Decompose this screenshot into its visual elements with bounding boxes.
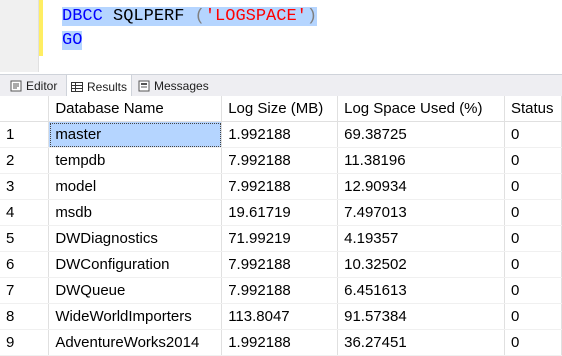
row-number[interactable]: 7: [0, 277, 50, 304]
cell-database-name[interactable]: model: [48, 173, 223, 200]
code-line-2[interactable]: GO: [62, 29, 83, 53]
header-row: Database Name Log Size (MB) Log Space Us…: [0, 96, 562, 122]
keyword-go: GO: [62, 31, 83, 50]
sql-editor[interactable]: DBCC SQLPERF ('LOGSPACE') GO: [0, 0, 562, 72]
cell-status[interactable]: 0: [504, 121, 562, 148]
cell-database-name[interactable]: master: [48, 121, 223, 148]
cell-log-space-used[interactable]: 6.451613: [337, 277, 505, 304]
cell-database-name[interactable]: DWQueue: [48, 277, 223, 304]
column-header-log-space-used[interactable]: Log Space Used (%): [337, 96, 505, 122]
cell-log-space-used[interactable]: 7.497013: [337, 199, 505, 226]
messages-icon: [138, 80, 150, 92]
editor-icon: [10, 80, 22, 92]
cell-status[interactable]: 0: [504, 277, 562, 304]
close-paren: ): [306, 7, 318, 26]
cell-database-name[interactable]: AdventureWorks2014: [48, 329, 223, 356]
table-row[interactable]: 3 model 7.992188 12.90934 0: [0, 173, 562, 200]
cell-log-size[interactable]: 71.99219: [221, 225, 339, 252]
row-number-header[interactable]: [0, 96, 50, 122]
tab-results[interactable]: Results: [66, 75, 133, 98]
cell-status[interactable]: 0: [504, 199, 562, 226]
cell-log-size[interactable]: 1.992188: [221, 121, 339, 148]
cell-log-size[interactable]: 7.992188: [221, 277, 339, 304]
row-number[interactable]: 5: [0, 225, 50, 252]
table-row[interactable]: 4 msdb 19.61719 7.497013 0: [0, 199, 562, 226]
keyword-dbcc: DBCC: [62, 7, 103, 26]
cell-database-name[interactable]: DWConfiguration: [48, 251, 223, 278]
cell-status[interactable]: 0: [504, 173, 562, 200]
column-header-log-size[interactable]: Log Size (MB): [221, 96, 339, 122]
table-row[interactable]: 8 WideWorldImporters 113.8047 91.57384 0: [0, 303, 562, 330]
results-tab-strip: Editor Results Messages: [0, 74, 562, 98]
cell-status[interactable]: 0: [504, 251, 562, 278]
table-row[interactable]: 2 tempdb 7.992188 11.38196 0: [0, 147, 562, 174]
table-row[interactable]: 5 DWDiagnostics 71.99219 4.19357 0: [0, 225, 562, 252]
cell-log-space-used[interactable]: 11.38196: [337, 147, 505, 174]
cell-log-size[interactable]: 19.61719: [221, 199, 339, 226]
tab-editor-label: Editor: [26, 79, 58, 93]
table-row[interactable]: 6 DWConfiguration 7.992188 10.32502 0: [0, 251, 562, 278]
cell-status[interactable]: 0: [504, 147, 562, 174]
cell-log-space-used[interactable]: 4.19357: [337, 225, 505, 252]
cell-log-space-used[interactable]: 91.57384: [337, 303, 505, 330]
string-logspace: 'LOGSPACE': [204, 7, 307, 26]
cell-log-size[interactable]: 7.992188: [221, 147, 339, 174]
change-marker: [39, 0, 43, 56]
code-line-1[interactable]: DBCC SQLPERF ('LOGSPACE'): [62, 5, 318, 29]
grid-icon: [71, 81, 83, 93]
cell-database-name[interactable]: DWDiagnostics: [48, 225, 223, 252]
cell-status[interactable]: 0: [504, 303, 562, 330]
tab-editor[interactable]: Editor: [6, 75, 61, 97]
cell-status[interactable]: 0: [504, 329, 562, 356]
results-grid[interactable]: Database Name Log Size (MB) Log Space Us…: [0, 96, 562, 356]
cell-log-space-used[interactable]: 69.38725: [337, 121, 505, 148]
tab-messages[interactable]: Messages: [134, 75, 213, 97]
row-number[interactable]: 6: [0, 251, 50, 278]
cell-database-name[interactable]: tempdb: [48, 147, 223, 174]
cell-log-space-used[interactable]: 10.32502: [337, 251, 505, 278]
cell-log-size[interactable]: 7.992188: [221, 251, 339, 278]
row-number[interactable]: 4: [0, 199, 50, 226]
cell-log-size[interactable]: 113.8047: [221, 303, 339, 330]
row-number[interactable]: 2: [0, 147, 50, 174]
cell-log-space-used[interactable]: 12.90934: [337, 173, 505, 200]
row-number[interactable]: 1: [0, 121, 50, 148]
row-number[interactable]: 9: [0, 329, 50, 356]
cell-database-name[interactable]: msdb: [48, 199, 223, 226]
command-sqlperf: SQLPERF: [113, 7, 185, 26]
editor-gutter: [0, 0, 39, 72]
tab-messages-label: Messages: [154, 79, 209, 93]
cell-status[interactable]: 0: [504, 225, 562, 252]
table-row[interactable]: 9 AdventureWorks2014 1.992188 36.27451 0: [0, 329, 562, 356]
table-row[interactable]: 1 master 1.992188 69.38725 0: [0, 121, 562, 148]
results-table: Database Name Log Size (MB) Log Space Us…: [0, 96, 562, 356]
open-paren: (: [194, 7, 205, 26]
row-number[interactable]: 3: [0, 173, 50, 200]
cell-log-size[interactable]: 1.992188: [221, 329, 339, 356]
tab-results-label: Results: [87, 79, 128, 94]
column-header-status[interactable]: Status: [504, 96, 562, 122]
column-header-database-name[interactable]: Database Name: [48, 96, 223, 122]
cell-database-name[interactable]: WideWorldImporters: [48, 303, 223, 330]
row-number[interactable]: 8: [0, 303, 50, 330]
cell-log-size[interactable]: 7.992188: [221, 173, 339, 200]
cell-log-space-used[interactable]: 36.27451: [337, 329, 505, 356]
table-row[interactable]: 7 DWQueue 7.992188 6.451613 0: [0, 277, 562, 304]
